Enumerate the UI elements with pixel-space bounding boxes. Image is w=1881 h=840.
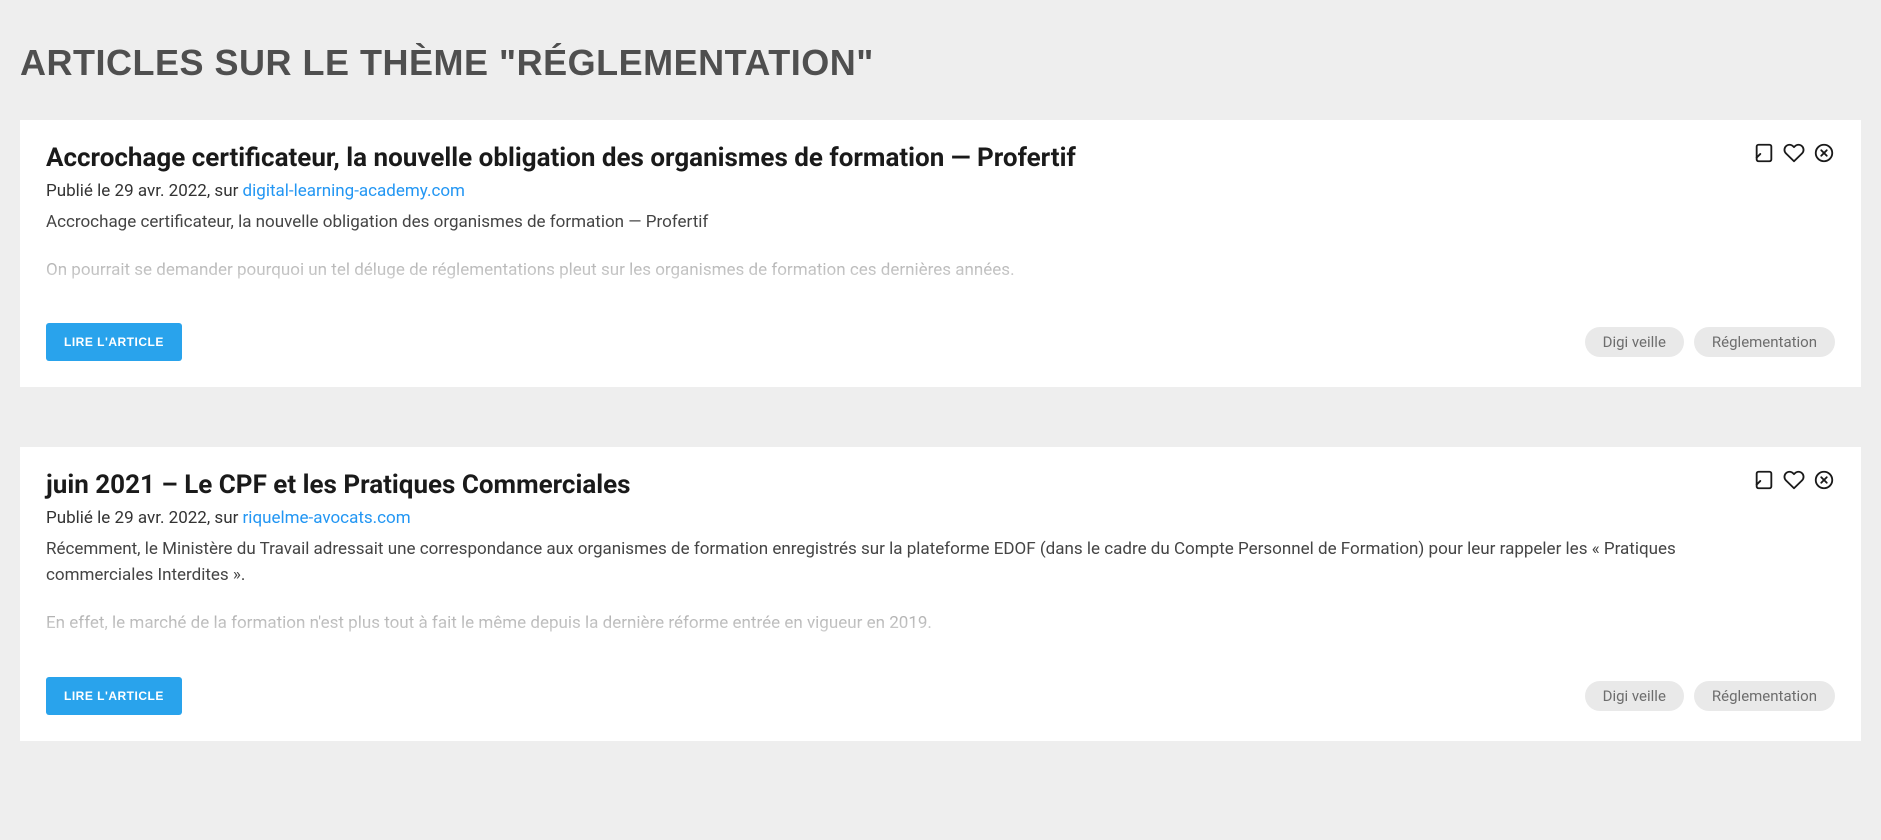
article-main: Accrochage certificateur, la nouvelle ob… [46, 142, 1076, 305]
tag-reglementation[interactable]: Réglementation [1694, 681, 1835, 711]
article-title[interactable]: Accrochage certificateur, la nouvelle ob… [46, 142, 1076, 175]
tag-list: Digi veille Réglementation [1585, 327, 1835, 357]
article-actions [1753, 469, 1835, 491]
meta-prefix: Publié le [46, 508, 115, 528]
article-card: Accrochage certificateur, la nouvelle ob… [20, 120, 1861, 387]
tag-digi-veille[interactable]: Digi veille [1585, 327, 1684, 357]
article-excerpt: Récemment, le Ministère du Travail adres… [46, 536, 1737, 659]
page-title: ARTICLES SUR LE THÈME "RÉGLEMENTATION" [20, 42, 1861, 84]
publish-date: 29 avr. 2022 [115, 508, 207, 528]
excerpt-paragraph: En effet, le marché de la formation n'es… [46, 610, 1737, 636]
read-article-button[interactable]: LIRE L'ARTICLE [46, 677, 182, 715]
meta-prefix: Publié le [46, 181, 115, 201]
tag-reglementation[interactable]: Réglementation [1694, 327, 1835, 357]
article-card: juin 2021 – Le CPF et les Pratiques Comm… [20, 447, 1861, 741]
close-icon[interactable] [1813, 469, 1835, 491]
meta-separator: , sur [207, 508, 243, 528]
article-title[interactable]: juin 2021 – Le CPF et les Pratiques Comm… [46, 469, 1737, 502]
heart-icon[interactable] [1783, 469, 1805, 491]
note-icon[interactable] [1753, 469, 1775, 491]
article-meta: Publié le 29 avr. 2022, sur digital-lear… [46, 181, 1076, 201]
source-link[interactable]: riquelme-avocats.com [243, 508, 411, 528]
read-article-button[interactable]: LIRE L'ARTICLE [46, 323, 182, 361]
tag-digi-veille[interactable]: Digi veille [1585, 681, 1684, 711]
article-actions [1753, 142, 1835, 164]
excerpt-paragraph: Accrochage certificateur, la nouvelle ob… [46, 209, 1076, 235]
close-icon[interactable] [1813, 142, 1835, 164]
tag-list: Digi veille Réglementation [1585, 681, 1835, 711]
article-meta: Publié le 29 avr. 2022, sur riquelme-avo… [46, 508, 1737, 528]
source-link[interactable]: digital-learning-academy.com [243, 181, 465, 201]
note-icon[interactable] [1753, 142, 1775, 164]
meta-separator: , sur [207, 181, 243, 201]
article-main: juin 2021 – Le CPF et les Pratiques Comm… [46, 469, 1737, 659]
excerpt-paragraph: Récemment, le Ministère du Travail adres… [46, 536, 1737, 589]
publish-date: 29 avr. 2022 [115, 181, 207, 201]
heart-icon[interactable] [1783, 142, 1805, 164]
excerpt-paragraph: On pourrait se demander pourquoi un tel … [46, 257, 1076, 283]
article-excerpt: Accrochage certificateur, la nouvelle ob… [46, 209, 1076, 306]
